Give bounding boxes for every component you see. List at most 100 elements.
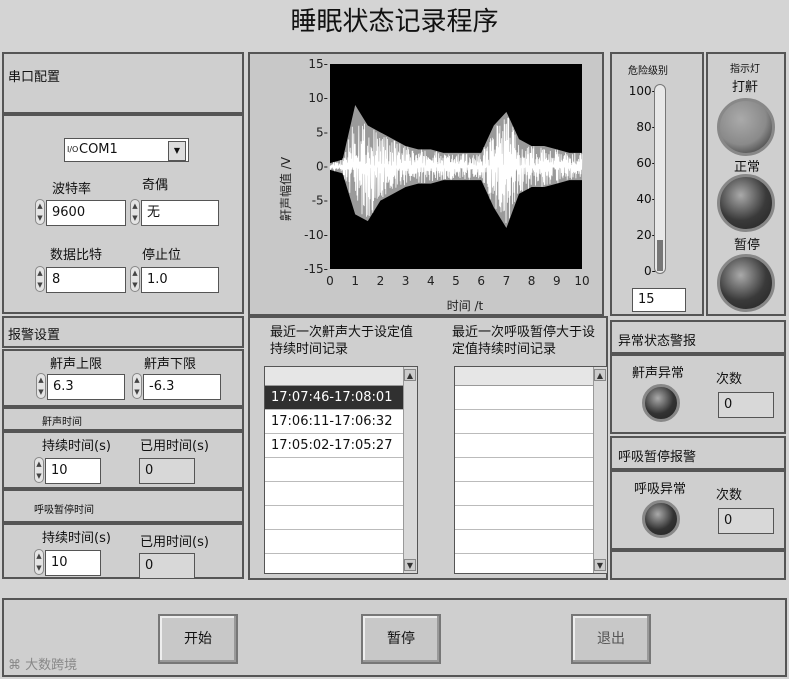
serial-config-header-panel: 串口配置 bbox=[2, 52, 244, 114]
list-item[interactable] bbox=[265, 458, 403, 482]
list-item[interactable] bbox=[455, 506, 593, 530]
apnea-duration-stepper[interactable]: ▲ ▼ bbox=[34, 549, 44, 575]
danger-tick-label: 100- bbox=[628, 84, 656, 98]
upper-limit-label: 鼾声上限 bbox=[50, 357, 103, 372]
parity-field[interactable]: 无 bbox=[141, 200, 219, 226]
normal-indicator-label: 正常 bbox=[734, 160, 761, 175]
scroll-down-icon[interactable]: ▼ bbox=[594, 559, 606, 571]
upper-limit-field[interactable]: 6.3 bbox=[47, 374, 125, 400]
apnea-duration-label: 持续时间(s) bbox=[42, 531, 111, 546]
apnea-elapsed-label: 已用时间(s) bbox=[140, 535, 209, 550]
snore-duration-stepper[interactable]: ▲ ▼ bbox=[34, 457, 44, 483]
databits-stepper[interactable]: ▲ ▼ bbox=[35, 266, 45, 292]
indicator-label: 指示灯 bbox=[730, 64, 760, 75]
snore-time-label: 鼾声时间 bbox=[42, 417, 82, 428]
apnea-records-list[interactable]: ▲ ▼ bbox=[454, 366, 608, 574]
list-item[interactable] bbox=[455, 434, 593, 458]
list-item[interactable]: 17:07:46-17:08:01 bbox=[265, 386, 403, 410]
abnormal-status-label: 异常状态警报 bbox=[618, 334, 697, 349]
apnea-duration-field[interactable]: 10 bbox=[45, 550, 101, 576]
snore-indicator-light bbox=[717, 98, 775, 156]
list-item[interactable] bbox=[455, 386, 593, 410]
list-item[interactable] bbox=[265, 554, 403, 573]
list-item[interactable] bbox=[455, 410, 593, 434]
apnea-list-scrollbar[interactable]: ▲ ▼ bbox=[593, 367, 607, 573]
lower-limit-field[interactable]: -6.3 bbox=[143, 374, 221, 400]
apnea-alarm-header: 呼吸暂停报警 bbox=[610, 436, 786, 470]
pause-indicator-label: 暂停 bbox=[734, 238, 761, 253]
x-tick-label: 3 bbox=[402, 274, 410, 288]
snore-abnormal-panel: 鼾声异常 次数 0 bbox=[610, 354, 786, 434]
list-item[interactable] bbox=[455, 530, 593, 554]
apnea-abnormal-light bbox=[642, 500, 680, 538]
alarm-settings-header: 报警设置 bbox=[2, 316, 244, 348]
list-item[interactable] bbox=[265, 530, 403, 554]
lower-limit-stepper[interactable]: ▲ ▼ bbox=[132, 373, 142, 399]
controls-panel: 开始 暂停 退出 ⌘ 大数跨境 bbox=[2, 598, 787, 677]
chevron-down-icon[interactable]: ▼ bbox=[168, 141, 186, 161]
x-tick-label: 2 bbox=[377, 274, 385, 288]
start-button[interactable]: 开始 bbox=[158, 614, 238, 664]
stopbits-field[interactable]: 1.0 bbox=[141, 267, 219, 293]
com-port-value: COM1 bbox=[79, 142, 118, 157]
snore-count-label: 次数 bbox=[716, 372, 743, 387]
watermark: ⌘ 大数跨境 bbox=[8, 654, 77, 673]
upper-limit-stepper[interactable]: ▲ ▼ bbox=[36, 373, 46, 399]
list-item[interactable]: 17:05:02-17:05:27 bbox=[265, 434, 403, 458]
apnea-alarm-label: 呼吸暂停报警 bbox=[618, 450, 697, 465]
snore-records-list[interactable]: 17:07:46-17:08:01 17:06:11-17:06:32 17:05:… bbox=[264, 366, 418, 574]
x-tick-label: 4 bbox=[427, 274, 435, 288]
scroll-up-icon[interactable]: ▲ bbox=[404, 369, 416, 381]
apnea-records-header: 最近一次呼吸暂停大于设定值持续时间记录 bbox=[452, 325, 596, 357]
y-tick-label: 15- bbox=[308, 57, 328, 71]
list-item[interactable] bbox=[455, 482, 593, 506]
list-item[interactable] bbox=[265, 482, 403, 506]
snore-time-header: 鼾声时间 bbox=[2, 407, 244, 431]
apnea-count-field: 0 bbox=[718, 508, 774, 534]
com-port-select[interactable]: I/O COM1 ▼ bbox=[64, 138, 189, 162]
snore-list-scrollbar[interactable]: ▲ ▼ bbox=[403, 367, 417, 573]
list-item[interactable] bbox=[455, 458, 593, 482]
exit-button[interactable]: 退出 bbox=[571, 614, 651, 664]
baud-field[interactable]: 9600 bbox=[46, 200, 126, 226]
pause-button[interactable]: 暂停 bbox=[361, 614, 441, 664]
apnea-count-label: 次数 bbox=[716, 488, 743, 503]
pause-indicator-light bbox=[717, 254, 775, 312]
waveform-panel: 15- 10- 5- 0- -5- -10- -15- 0 1 2 3 4 5 6 7 8 9 10 鼾声幅值 … bbox=[248, 52, 604, 316]
waveform-chart: 15- 10- 5- 0- -5- -10- -15- 0 1 2 3 4 5 6 7 8 9 10 鼾声幅值 … bbox=[278, 57, 590, 313]
danger-level-panel: 危险级别 100- 80- 60- 40- 20- 0- 15 bbox=[610, 52, 704, 316]
apnea-time-label: 呼吸暂停时间 bbox=[34, 505, 94, 516]
list-header-bar bbox=[455, 367, 607, 386]
baud-stepper[interactable]: ▲ ▼ bbox=[35, 199, 45, 225]
watermark-logo-icon: ⌘ bbox=[8, 658, 21, 673]
apnea-time-header: 呼吸暂停时间 bbox=[2, 489, 244, 523]
records-panel: 最近一次鼾声大于设定值持续时间记录 最近一次呼吸暂停大于设定值持续时间记录 17… bbox=[248, 316, 608, 580]
snore-count-field: 0 bbox=[718, 392, 774, 418]
snore-time-panel: 持续时间(s) 已用时间(s) ▲ ▼ 10 0 bbox=[2, 431, 244, 489]
abnormal-status-header: 异常状态警报 bbox=[610, 320, 786, 354]
x-tick-label: 7 bbox=[503, 274, 511, 288]
snore-indicator-label: 打鼾 bbox=[732, 80, 759, 95]
parity-stepper[interactable]: ▲ ▼ bbox=[130, 199, 140, 225]
snore-records-header: 最近一次鼾声大于设定值持续时间记录 bbox=[270, 325, 414, 357]
scroll-up-icon[interactable]: ▲ bbox=[594, 369, 606, 381]
databits-field[interactable]: 8 bbox=[46, 267, 126, 293]
y-tick-label: -10- bbox=[304, 228, 328, 242]
y-tick-label: 0- bbox=[316, 160, 328, 174]
x-tick-label: 1 bbox=[351, 274, 359, 288]
list-item[interactable] bbox=[455, 554, 593, 573]
snore-abnormal-label: 鼾声异常 bbox=[632, 366, 685, 381]
snore-duration-label: 持续时间(s) bbox=[42, 439, 111, 454]
snore-duration-field[interactable]: 10 bbox=[45, 458, 101, 484]
list-item[interactable]: 17:06:11-17:06:32 bbox=[265, 410, 403, 434]
list-item[interactable] bbox=[265, 506, 403, 530]
x-tick-label: 10 bbox=[574, 274, 589, 288]
x-tick-label: 5 bbox=[452, 274, 460, 288]
serial-config-panel: I/O COM1 ▼ 波特率 奇偶 ▲ ▼ 9600 ▲ ▼ 无 数据比特 停止位 … bbox=[2, 114, 244, 314]
danger-level-value: 15 bbox=[632, 288, 686, 312]
stopbits-stepper[interactable]: ▲ ▼ bbox=[130, 266, 140, 292]
y-axis-label: 鼾声幅值 /V bbox=[278, 156, 293, 221]
normal-indicator-light bbox=[717, 174, 775, 232]
stopbits-label: 停止位 bbox=[142, 248, 182, 263]
scroll-down-icon[interactable]: ▼ bbox=[404, 559, 416, 571]
